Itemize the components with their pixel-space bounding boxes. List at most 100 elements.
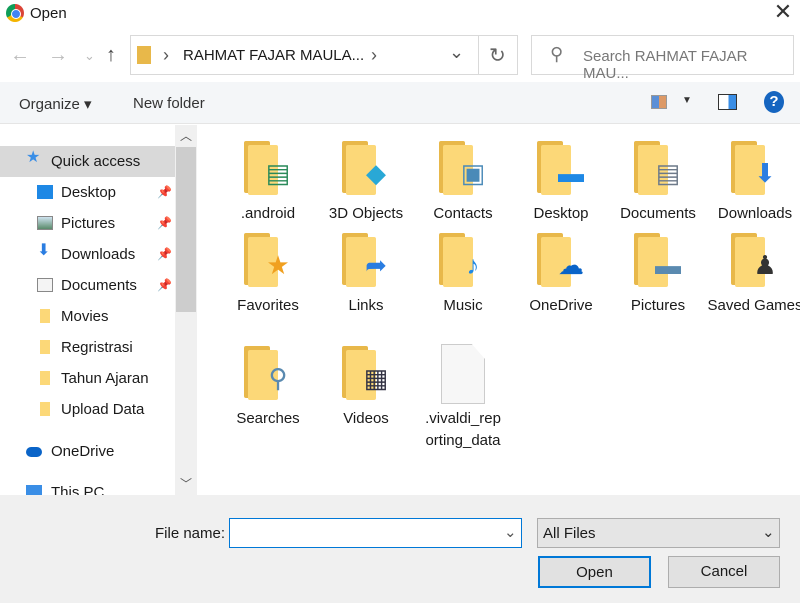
address-dropdown-icon[interactable]: ⌄ [449, 42, 464, 63]
cancel-button[interactable]: Cancel [668, 556, 780, 588]
breadcrumb-chevron-end[interactable]: › [371, 45, 377, 66]
view-dropdown-icon[interactable]: ▼ [682, 95, 692, 106]
close-button[interactable]: ✕ [770, 0, 796, 26]
pictures-icon [37, 216, 53, 230]
file-item-label: .vivaldi_reporting_data [425, 410, 501, 449]
file-item[interactable]: ▬ Desktop [513, 139, 609, 225]
up-button[interactable]: ↑ [106, 44, 116, 67]
address-bar[interactable]: › RAHMAT FAJAR MAULA... › ⌄ ↻ [130, 35, 518, 75]
file-name-dropdown-icon[interactable]: ⌄ [504, 523, 517, 541]
file-item-label: OneDrive [529, 297, 593, 314]
file-item[interactable]: ➦ Links [318, 231, 414, 317]
file-item[interactable]: ▤ .android [220, 139, 316, 225]
open-button[interactable]: Open [538, 556, 651, 588]
pin-icon[interactable]: 📌 [157, 239, 172, 270]
search-input[interactable]: ⚲ Search RAHMAT FAJAR MAU... [531, 35, 794, 82]
file-item-label: Desktop [533, 205, 589, 222]
sidebar-item-pictures[interactable]: Pictures 📌 [0, 208, 175, 239]
file-item[interactable]: ▬ Pictures [610, 231, 706, 317]
saved-games-icon-emblem: ♟ [753, 249, 777, 280]
preview-pane-icon[interactable] [718, 94, 737, 110]
sidebar-item-quick-access[interactable]: ★ Quick access [0, 146, 175, 177]
file-item-label: Saved Games [707, 297, 800, 314]
chrome-icon [6, 4, 24, 22]
sidebar-item-label: Quick access [51, 153, 141, 170]
sidebar-item-this-pc[interactable]: This PC [0, 477, 175, 495]
scroll-up-icon[interactable]: ︿ [180, 127, 192, 144]
help-icon[interactable]: ? [764, 91, 784, 113]
sidebar-item-onedrive[interactable]: OneDrive [0, 436, 175, 467]
breadcrumb-chevron[interactable]: › [163, 45, 169, 66]
refresh-button[interactable]: ↻ [489, 43, 506, 68]
file-item-label: 3D Objects [328, 205, 404, 222]
sidebar-item-upload-data[interactable]: Upload Data [0, 394, 175, 425]
documents-folder-icon: ▤ [630, 139, 686, 199]
pin-icon[interactable]: 📌 [157, 270, 172, 301]
breadcrumb-path[interactable]: RAHMAT FAJAR MAULA... [183, 47, 364, 64]
music-icon-emblem: ♪ [466, 249, 480, 280]
file-item[interactable]: ♪ Music [415, 231, 511, 317]
sidebar-item-movies[interactable]: Movies [0, 301, 175, 332]
onedrive-folder-icon-emblem: ☁ [558, 249, 584, 280]
file-item-label: Videos [343, 410, 389, 427]
pictures-folder-icon-emblem: ▬ [655, 249, 681, 280]
file-item[interactable]: ▤ Documents [610, 139, 706, 225]
file-item[interactable]: ⬇ Downloads [707, 139, 800, 225]
search-icon: ⚲ [550, 44, 564, 64]
sidebar-item-desktop[interactable]: Desktop 📌 [0, 177, 175, 208]
searches-icon-emblem: ⚲ [268, 362, 288, 393]
scroll-down-icon[interactable]: ﹀ [180, 475, 192, 492]
file-item[interactable]: ▦ Videos [318, 344, 414, 430]
back-button[interactable]: ← [10, 44, 30, 67]
folder-icon [40, 309, 50, 323]
download-icon: ⬇ [37, 242, 51, 259]
new-folder-button[interactable]: New folder [133, 95, 205, 112]
links-icon: ➦ [338, 231, 394, 291]
contacts-icon-emblem: ▣ [460, 157, 486, 188]
sidebar-item-downloads[interactable]: ⬇ Downloads 📌 [0, 239, 175, 270]
computer-icon [26, 485, 42, 495]
change-view-icon[interactable] [651, 95, 667, 109]
file-type-select[interactable]: All Files ⌄ [537, 518, 780, 548]
pin-icon[interactable]: 📌 [157, 177, 172, 208]
android-folder-icon-emblem: ▤ [265, 157, 291, 188]
sidebar-item-label: Downloads [61, 246, 136, 263]
search-placeholder: Search RAHMAT FAJAR MAU... [583, 48, 748, 82]
file-item[interactable]: .vivaldi_reporting_data [415, 344, 511, 452]
file-item[interactable]: ☁ OneDrive [513, 231, 609, 317]
file-item[interactable]: ♟ Saved Games [707, 231, 800, 317]
file-item[interactable]: ★ Favorites [220, 231, 316, 317]
folder-icon [40, 402, 50, 416]
user-folder-icon [137, 46, 151, 64]
recent-locations-button[interactable]: ⌄ [84, 48, 95, 64]
videos-icon-emblem: ▦ [363, 362, 389, 393]
videos-icon: ▦ [338, 344, 394, 404]
searches-icon: ⚲ [240, 344, 296, 404]
onedrive-folder-icon: ☁ [533, 231, 589, 291]
file-type-value: All Files [543, 525, 596, 542]
file-item[interactable]: ◆ 3D Objects [318, 139, 414, 225]
sidebar-item-label: Pictures [61, 215, 116, 232]
file-type-dropdown-icon[interactable]: ⌄ [762, 523, 775, 541]
sidebar-item-regristrasi[interactable]: Regristrasi [0, 332, 175, 363]
file-item[interactable]: ▣ Contacts [415, 139, 511, 225]
sidebar-item-label: Tahun Ajaran [61, 370, 149, 387]
pin-icon[interactable]: 📌 [157, 208, 172, 239]
sidebar-item-label: Regristrasi [61, 339, 133, 356]
sidebar-item-label: Upload Data [61, 401, 145, 418]
sidebar-item-documents[interactable]: Documents 📌 [0, 270, 175, 301]
file-item-label: Downloads [717, 205, 793, 222]
downloads-folder-icon: ⬇ [727, 139, 783, 199]
organize-button[interactable]: Organize ▾ [19, 95, 92, 113]
forward-button[interactable]: → [48, 44, 68, 67]
file-item-label: Pictures [630, 297, 686, 314]
file-item-label: Music [443, 297, 483, 314]
sidebar-item-tahun-ajaran[interactable]: Tahun Ajaran [0, 363, 175, 394]
file-item[interactable]: ⚲ Searches [220, 344, 316, 430]
title-bar: Open ✕ [0, 0, 800, 28]
file-name-input[interactable]: ⌄ [229, 518, 522, 548]
file-icon [441, 344, 485, 404]
sidebar-item-label: This PC [51, 484, 105, 495]
file-item-label: Documents [620, 205, 696, 222]
scrollbar-thumb[interactable] [176, 147, 196, 312]
